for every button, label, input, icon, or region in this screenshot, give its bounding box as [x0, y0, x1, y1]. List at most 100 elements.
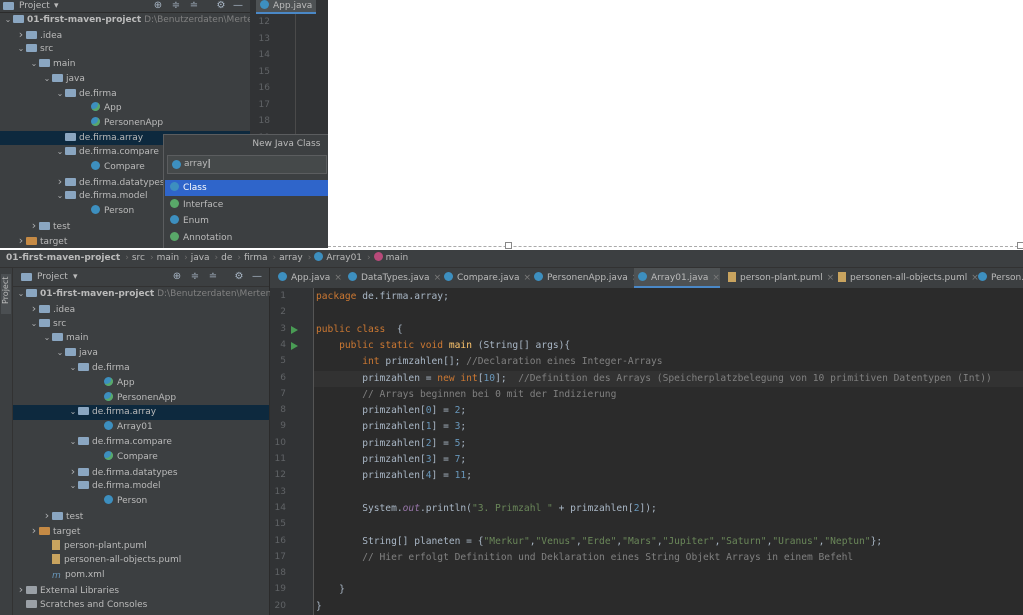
- chevron-down-icon[interactable]: ⌄: [29, 57, 39, 72]
- chevron-down-icon[interactable]: ⌄: [55, 87, 65, 102]
- minimize-icon[interactable]: —: [251, 271, 263, 283]
- gear-icon[interactable]: ⚙: [233, 271, 245, 283]
- chevron-right-icon[interactable]: ›: [16, 28, 26, 43]
- tree-item[interactable]: PersonenApp: [0, 116, 250, 131]
- tree-item[interactable]: Scratches and Consoles: [13, 598, 269, 613]
- resize-handle-corner[interactable]: [1017, 242, 1023, 249]
- chevron-right-icon[interactable]: ›: [16, 234, 26, 249]
- class-name-input[interactable]: array|: [167, 155, 327, 174]
- editor-tab[interactable]: Person.j: [974, 268, 1023, 288]
- chevron-down-icon[interactable]: ⌄: [42, 72, 52, 87]
- tree-item[interactable]: › .idea: [13, 302, 269, 317]
- chevron-down-icon[interactable]: ⌄: [68, 479, 78, 494]
- code-editor[interactable]: package de.firma.array; public class { pu…: [314, 288, 1023, 615]
- dropdown-icon[interactable]: ▾: [73, 271, 78, 283]
- close-icon[interactable]: ×: [712, 273, 720, 283]
- run-icon[interactable]: [291, 341, 298, 350]
- tree-item[interactable]: ⌄ de.firma.array: [13, 405, 269, 421]
- breadcrumb-item[interactable]: de: [221, 250, 232, 267]
- breadcrumb-item[interactable]: firma: [244, 250, 268, 267]
- tree-item[interactable]: ⌄ src: [13, 317, 269, 332]
- editor-tab[interactable]: Compare.java ×: [440, 268, 531, 288]
- kind-item-annotation[interactable]: Annotation: [165, 230, 328, 246]
- tree-item[interactable]: › .idea: [0, 28, 250, 43]
- editor-tab[interactable]: Array01.java ×: [634, 268, 720, 288]
- tree-item[interactable]: ⌄ de.firma: [0, 87, 250, 102]
- chevron-right-icon[interactable]: ›: [42, 509, 52, 524]
- tree-item[interactable]: Compare: [13, 450, 269, 465]
- tree-item[interactable]: App: [13, 376, 269, 391]
- chevron-down-icon[interactable]: ⌄: [55, 145, 65, 160]
- locate-icon[interactable]: ⊕: [171, 271, 183, 283]
- tree-item[interactable]: Array01: [13, 420, 269, 435]
- chevron-down-icon[interactable]: ⌄: [55, 189, 65, 204]
- tree-item[interactable]: person-plant.puml: [13, 539, 269, 554]
- kind-item-class[interactable]: Class: [165, 180, 328, 196]
- tree-item[interactable]: ⌄ de.firma.compare: [13, 435, 269, 450]
- chevron-down-icon[interactable]: ⌄: [42, 331, 52, 346]
- chevron-down-icon[interactable]: ⌄: [68, 361, 78, 376]
- tree-item[interactable]: › External Libraries: [13, 583, 269, 598]
- chevron-right-icon[interactable]: ›: [29, 219, 39, 234]
- dropdown-icon[interactable]: ▾: [54, 0, 59, 12]
- kind-item-enum[interactable]: Enum: [165, 213, 328, 229]
- tree-item[interactable]: PersonenApp: [13, 391, 269, 406]
- breadcrumb-item[interactable]: main: [157, 250, 180, 267]
- resize-handle-top[interactable]: [505, 242, 512, 249]
- editor-tab[interactable]: personen-all-objects.puml ×: [834, 268, 979, 288]
- minimize-icon[interactable]: —: [232, 0, 244, 12]
- editor-tab[interactable]: person-plant.puml ×: [724, 268, 834, 288]
- tree-item[interactable]: ⌄ main: [0, 57, 250, 72]
- chevron-down-icon[interactable]: ⌄: [16, 287, 26, 302]
- chevron-down-icon[interactable]: ⌄: [68, 405, 78, 420]
- locate-icon[interactable]: ⊕: [152, 0, 164, 12]
- breadcrumb-item[interactable]: src: [132, 250, 145, 267]
- top-panel-title[interactable]: Project: [19, 0, 50, 12]
- top-editor-tab[interactable]: App.java: [256, 0, 316, 14]
- breadcrumb-item[interactable]: main: [386, 250, 409, 267]
- breadcrumb-item[interactable]: array: [279, 250, 303, 267]
- tree-item[interactable]: ⌄ main: [13, 331, 269, 346]
- run-icon[interactable]: [291, 325, 298, 334]
- tree-item[interactable]: ⌄ 01-first-maven-project D:\Benutzerdaten…: [0, 13, 284, 28]
- editor-tab[interactable]: PersonenApp.java×: [530, 268, 639, 288]
- tree-item[interactable]: › de.firma.datatypes: [13, 465, 269, 480]
- chevron-down-icon[interactable]: ⌄: [29, 317, 39, 332]
- chevron-right-icon[interactable]: ›: [68, 465, 78, 480]
- tree-item[interactable]: ⌄ java: [0, 72, 250, 87]
- chevron-right-icon[interactable]: ›: [29, 302, 39, 317]
- panel-title[interactable]: Project: [37, 271, 68, 283]
- project-tool-button[interactable]: Project: [1, 274, 11, 314]
- tree-item[interactable]: ⌄ src: [0, 42, 250, 57]
- editor-tab[interactable]: DataTypes.java ×: [344, 268, 441, 288]
- expand-all-icon[interactable]: ≑: [170, 0, 182, 12]
- tree-item[interactable]: m pom.xml: [13, 568, 269, 583]
- tree-item[interactable]: › test: [13, 509, 269, 524]
- breadcrumb-item[interactable]: Array01: [326, 250, 362, 267]
- tree-item[interactable]: Person: [13, 494, 269, 509]
- expand-all-icon[interactable]: ≑: [189, 271, 201, 283]
- chevron-down-icon[interactable]: ⌄: [68, 435, 78, 450]
- class-icon: [260, 0, 269, 9]
- tree-item[interactable]: ⌄ java: [13, 346, 269, 361]
- kind-item-interface[interactable]: Interface: [165, 197, 328, 213]
- tree-item[interactable]: personen-all-objects.puml: [13, 553, 269, 568]
- tree-item[interactable]: App: [0, 101, 250, 116]
- collapse-all-icon[interactable]: ≐: [188, 0, 200, 12]
- chevron-right-icon[interactable]: ›: [55, 175, 65, 190]
- tree-item[interactable]: › target: [13, 524, 269, 539]
- editor-tab[interactable]: App.java ×: [274, 268, 342, 288]
- gear-icon[interactable]: ⚙: [215, 0, 227, 12]
- chevron-down-icon[interactable]: ⌄: [16, 42, 26, 57]
- tree-item[interactable]: ⌄ de.firma: [13, 361, 269, 376]
- chevron-right-icon[interactable]: ›: [16, 583, 26, 598]
- chevron-right-icon[interactable]: ›: [29, 524, 39, 539]
- collapse-all-icon[interactable]: ≐: [207, 271, 219, 283]
- tree-item[interactable]: ⌄ de.firma.model: [13, 479, 269, 494]
- chevron-down-icon[interactable]: ⌄: [55, 346, 65, 361]
- close-icon[interactable]: ×: [334, 273, 342, 283]
- tree-item[interactable]: ⌄ 01-first-maven-project D:\Benutzerdaten…: [13, 287, 297, 302]
- chevron-down-icon[interactable]: ⌄: [3, 13, 13, 28]
- breadcrumb-item[interactable]: java: [191, 250, 210, 267]
- breadcrumb-item[interactable]: 01-first-maven-project: [6, 250, 120, 267]
